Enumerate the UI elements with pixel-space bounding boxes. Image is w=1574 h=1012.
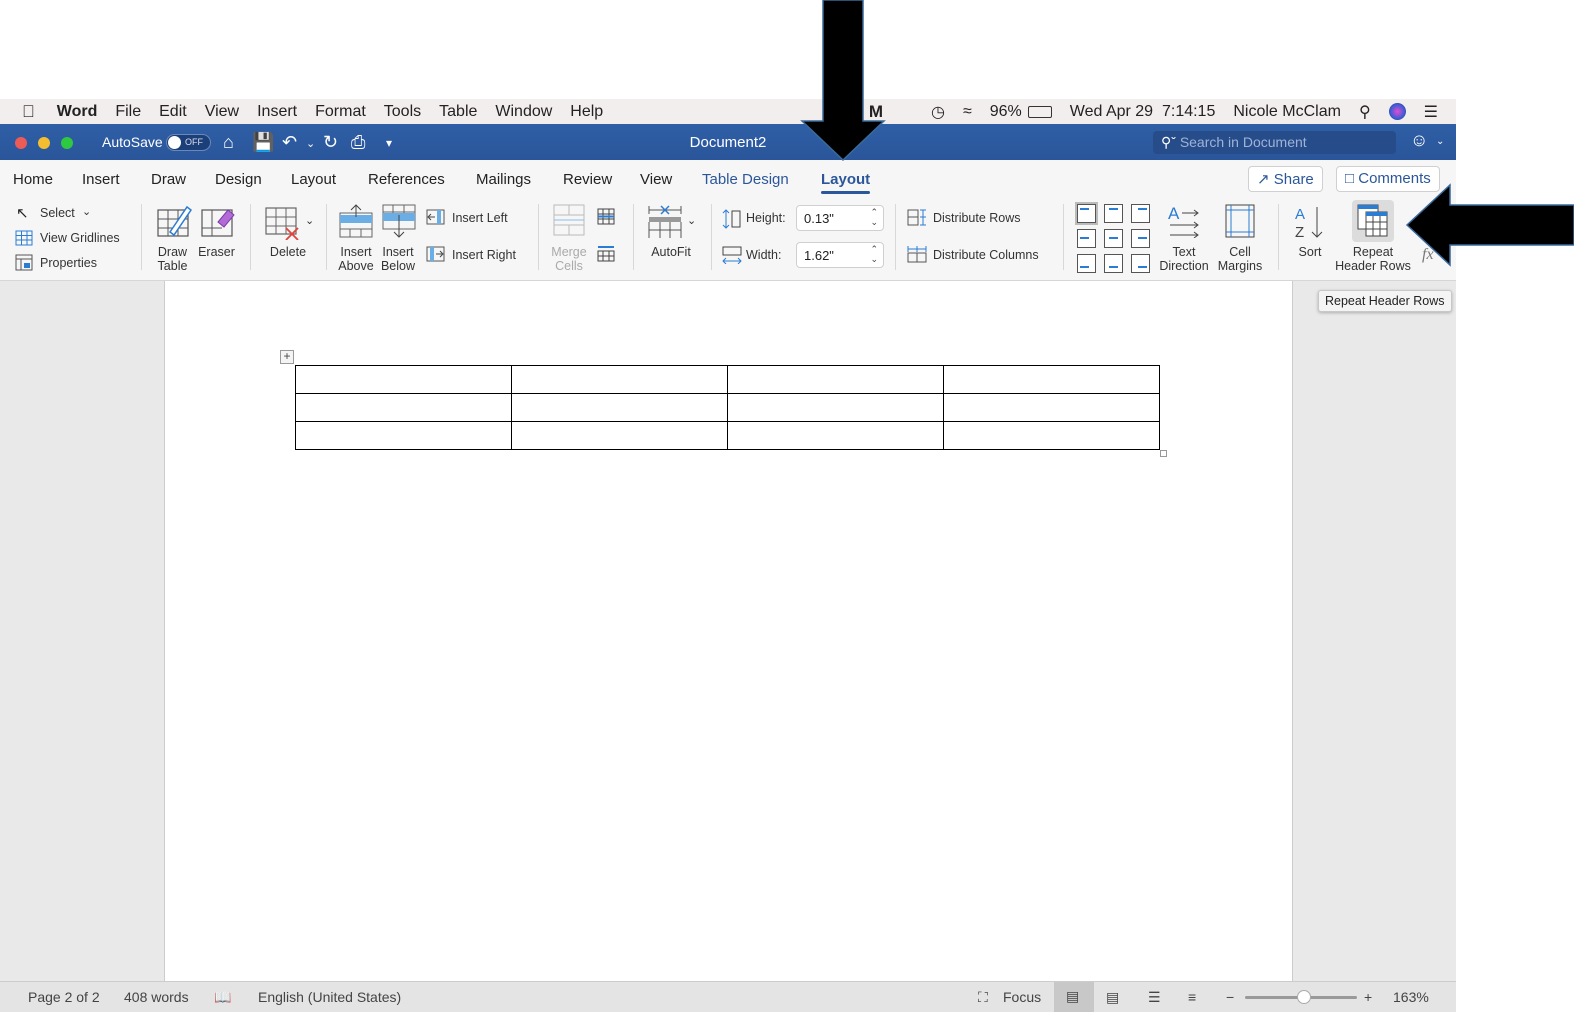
- annotation-arrows: [800, 0, 1574, 267]
- left-arrow-annotation: [1405, 183, 1574, 267]
- down-arrow-annotation: [800, 0, 886, 162]
